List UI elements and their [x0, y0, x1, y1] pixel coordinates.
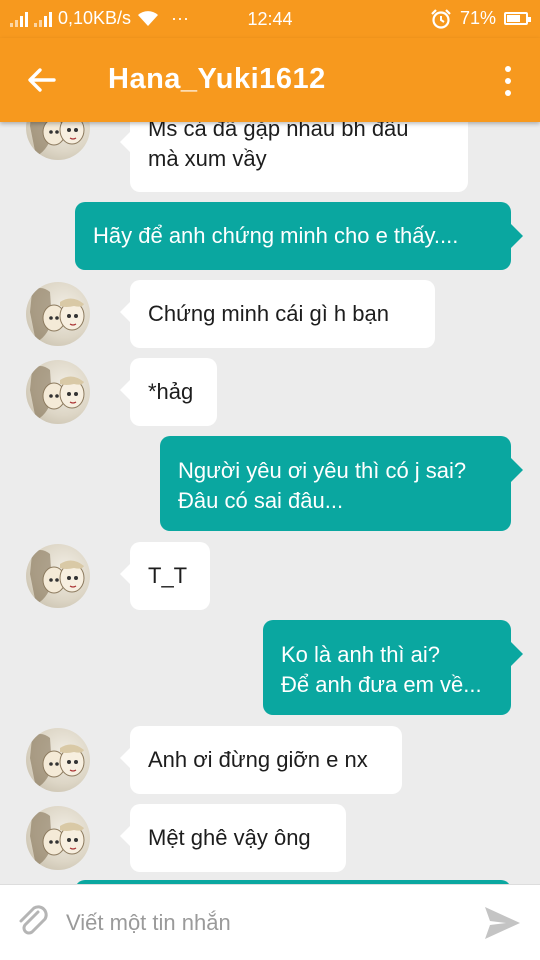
message-line: Hãy để anh chứng minh cho e thấy....	[93, 223, 459, 248]
avatar-image	[30, 288, 85, 342]
message-bubble[interactable]: Chứng minh cái gì h bạn	[120, 280, 435, 348]
contact-avatar[interactable]	[26, 806, 90, 870]
message-bubble[interactable]: *hảg	[120, 358, 217, 426]
message-bubble[interactable]: T_T	[120, 542, 210, 610]
chat-header: Hana_Yuki1612	[0, 38, 540, 122]
status-bar: 0,10KB/s ··· 12:44 71%	[0, 0, 540, 38]
avatar-image	[30, 366, 85, 420]
arrow-left-icon[interactable]	[22, 62, 62, 98]
message-line: mà xum vầy	[148, 146, 267, 171]
message-line: T_T	[148, 563, 188, 588]
contact-avatar[interactable]	[26, 544, 90, 608]
paperclip-icon[interactable]	[14, 903, 52, 941]
avatar-image	[30, 550, 85, 604]
message-input[interactable]	[66, 907, 456, 939]
message-line: Để anh đưa em về...	[281, 672, 482, 697]
alarm-icon	[431, 8, 451, 29]
message-line: Chứng minh cái gì h bạn	[148, 301, 389, 326]
battery-percent: 71%	[459, 8, 496, 28]
avatar-image	[30, 812, 85, 866]
message-bubble[interactable]: Ko là anh thì ai? Để anh đưa em về...	[263, 620, 523, 715]
message-bubble[interactable]: Mệt ghê vậy ông	[120, 804, 346, 872]
message-list[interactable]: Ms cá đã gặp nhau bh đâu mà xum vầy Hãy …	[0, 0, 540, 960]
clock: 12:44	[247, 9, 293, 29]
more-vertical-icon[interactable]	[502, 66, 514, 96]
message-line: *hảg	[148, 379, 194, 404]
message-line: Mệt ghê vậy ông	[148, 825, 311, 850]
message-bubble[interactable]: Ms cá đã gặp nhau bh đâu mà xum vầy	[120, 110, 468, 192]
avatar-image	[30, 734, 85, 788]
message-line: Đâu có sai đâu...	[178, 488, 344, 513]
message-composer	[0, 884, 540, 960]
message-line: Ko là anh thì ai?	[281, 642, 441, 667]
battery-icon	[504, 12, 531, 25]
contact-avatar[interactable]	[26, 728, 90, 792]
message-bubble[interactable]: Người yêu ơi yêu thì có j sai? Đâu có sa…	[160, 436, 523, 531]
message-bubble[interactable]: Anh ơi đừng giỡn e nx	[120, 726, 402, 794]
contact-avatar[interactable]	[26, 360, 90, 424]
send-icon[interactable]	[482, 903, 522, 943]
contact-name[interactable]: Hana_Yuki1612	[108, 63, 326, 96]
message-line: Anh ơi đừng giỡn e nx	[148, 747, 368, 772]
message-line: Người yêu ơi yêu thì có j sai?	[178, 458, 467, 483]
message-bubble[interactable]: Hãy để anh chứng minh cho e thấy....	[75, 202, 523, 270]
contact-avatar[interactable]	[26, 282, 90, 346]
